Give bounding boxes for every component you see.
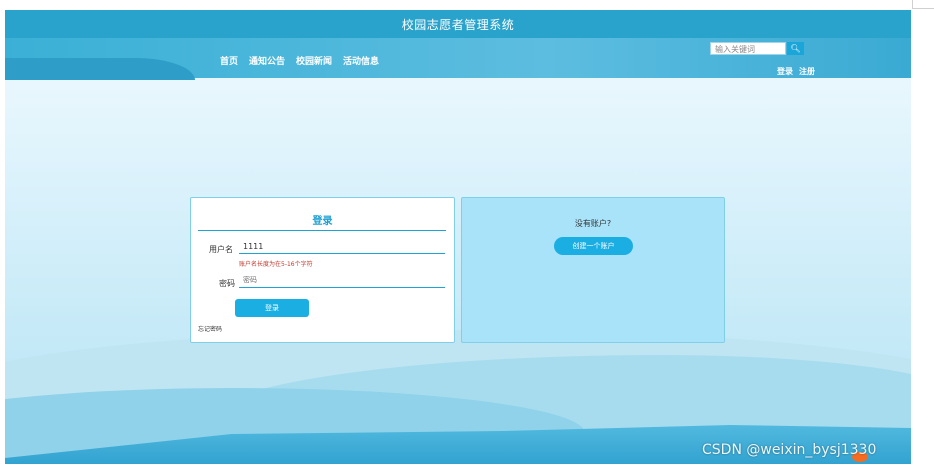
title-divider <box>198 230 446 231</box>
nav-item-home[interactable]: 首页 <box>220 54 238 67</box>
site-title: 校园志愿者管理系统 <box>401 18 515 32</box>
register-link[interactable]: 注册 <box>799 66 815 77</box>
browser-viewport: 校园志愿者管理系统 首页 通知公告 校园新闻 活动信息 输入关键词 🔍︎ 登录 … <box>5 10 911 464</box>
nav-item-activities[interactable]: 活动信息 <box>343 54 379 67</box>
forgot-password-link[interactable]: 忘记密码 <box>198 324 222 333</box>
header-wave <box>5 58 195 80</box>
site-header: 校园志愿者管理系统 首页 通知公告 校园新闻 活动信息 输入关键词 🔍︎ 登录 … <box>5 10 911 80</box>
auth-links: 登录 注册 <box>777 66 815 77</box>
password-label: 密码 <box>219 279 235 288</box>
search-input[interactable]: 输入关键词 <box>710 42 786 55</box>
page-corner <box>912 0 934 9</box>
login-submit-button[interactable]: 登录 <box>235 299 309 317</box>
nav-item-news[interactable]: 校园新闻 <box>296 54 332 67</box>
create-account-button[interactable]: 创建一个账户 <box>554 237 633 255</box>
search-icon: 🔍︎ <box>790 44 801 53</box>
password-field[interactable] <box>239 273 445 288</box>
main-nav: 首页 通知公告 校园新闻 活动信息 <box>220 54 379 67</box>
nav-item-notices[interactable]: 通知公告 <box>249 54 285 67</box>
login-title: 登录 <box>312 216 333 227</box>
username-label: 用户名 <box>209 245 233 254</box>
login-link[interactable]: 登录 <box>777 66 793 77</box>
no-account-prompt: 没有账户? <box>574 219 612 228</box>
register-panel: 没有账户? 创建一个账户 <box>461 197 725 343</box>
login-card: 登录 用户名 账户名长度为在5-16个字符 密码 登录 忘记密码 <box>190 197 455 343</box>
search-button[interactable]: 🔍︎ <box>787 42 804 55</box>
username-error: 账户名长度为在5-16个字符 <box>239 261 313 268</box>
username-field[interactable] <box>239 239 445 254</box>
csdn-watermark: CSDN @weixin_bysj1330 <box>702 442 877 458</box>
